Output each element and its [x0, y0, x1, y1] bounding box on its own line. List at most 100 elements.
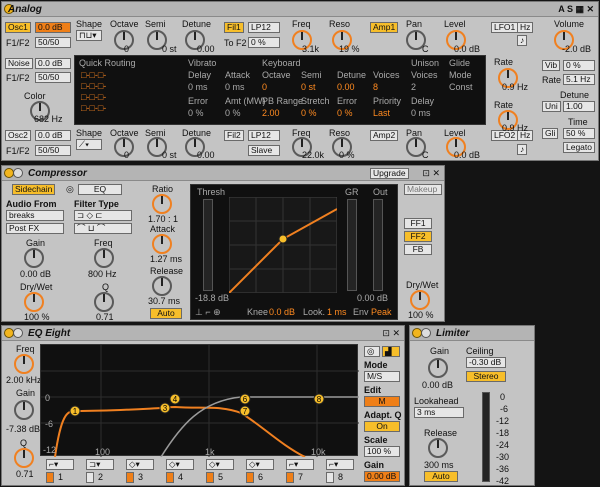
drywet2-knob[interactable] [410, 290, 430, 310]
band-8-filter[interactable]: ⌐▾ [326, 459, 354, 470]
q-knob[interactable] [94, 292, 114, 312]
header-icons[interactable]: ⊡ ✕ [382, 328, 400, 339]
q-knob[interactable] [14, 448, 34, 468]
fil2-type[interactable]: LP12 [248, 130, 280, 141]
osc2-level[interactable]: 0.0 dB [35, 130, 71, 141]
header-icons[interactable]: ⊡ ✕ [422, 168, 440, 179]
ratio-knob[interactable] [152, 194, 172, 214]
sidechain-toggle[interactable]: Sidechain [12, 184, 56, 195]
fil2-toggle[interactable]: Fil2 [224, 130, 244, 141]
band-5-filter[interactable]: ◇▾ [206, 459, 234, 470]
unison-delay-value[interactable]: 0 ms [411, 108, 431, 118]
auto-release-toggle[interactable]: Auto [150, 308, 182, 319]
vib-value[interactable]: 0 % [563, 60, 595, 71]
vib-error-value[interactable]: 0 % [188, 108, 204, 118]
eq-curve[interactable]: 1 3 4 6 7 8 [41, 345, 359, 457]
f1f2-value[interactable]: 50/50 [35, 37, 71, 48]
gain-knob[interactable] [428, 358, 448, 378]
edit-toggle[interactable]: M [364, 396, 400, 407]
filter-type-buttons-2[interactable]: ⌒ ⊔ ⌒ [74, 223, 132, 234]
adapt-q-toggle[interactable]: On [364, 421, 400, 432]
lfo1-hz[interactable]: Hz [517, 22, 534, 33]
stereo-toggle[interactable]: Stereo [466, 371, 506, 382]
thresh-value[interactable]: -18.8 dB [195, 293, 229, 303]
vib-delay-value[interactable]: 0 ms [188, 82, 208, 92]
band-5-toggle[interactable] [206, 472, 214, 483]
band-3-filter[interactable]: ◇▾ [126, 459, 154, 470]
kb-pb-value[interactable]: 2.00 [262, 108, 280, 118]
display-mode-icons[interactable]: ⊥ ⌐ ⊕ [195, 307, 221, 318]
release-knob[interactable] [428, 438, 448, 458]
band-4-filter[interactable]: ◇▾ [166, 459, 194, 470]
scale-value[interactable]: 100 % [364, 446, 400, 457]
fil1-type[interactable]: LP12 [248, 22, 280, 33]
amp2-toggle[interactable]: Amp2 [370, 130, 399, 141]
noise-toggle[interactable]: Noise [5, 58, 33, 69]
band-6-filter[interactable]: ◇▾ [246, 459, 274, 470]
uni-value[interactable]: 1.00 [563, 101, 595, 112]
gain-knob[interactable] [24, 248, 44, 268]
band-4-toggle[interactable] [166, 472, 174, 483]
kb-amt-value[interactable]: 0 % [225, 108, 241, 118]
kb-detune-value[interactable]: 0.00 [337, 82, 355, 92]
shape2-select[interactable]: ⟋▾ [76, 139, 102, 150]
spectrum-icon[interactable]: ▟ [382, 346, 400, 357]
upgrade-button[interactable]: Upgrade [370, 168, 409, 179]
post-fx-select[interactable]: Post FX [6, 223, 64, 234]
osc1-level[interactable]: 0.0 dB [35, 22, 71, 33]
band-2-toggle[interactable] [86, 472, 94, 483]
band-3-toggle[interactable] [126, 472, 134, 483]
audio-from-select[interactable]: breaks [6, 210, 64, 221]
band-7-toggle[interactable] [286, 472, 294, 483]
env-value[interactable]: Peak [371, 307, 392, 317]
voices-value[interactable]: 8 [373, 82, 378, 92]
auto-toggle[interactable]: Auto [424, 471, 458, 482]
unison-voices-value[interactable]: 2 [411, 82, 416, 92]
glide-value[interactable]: 50 % [563, 128, 595, 139]
header-icons[interactable]: A S ▦ ✕ [558, 4, 594, 15]
tof2-value[interactable]: 0 % [248, 37, 280, 48]
ceiling-value[interactable]: -0.30 dB [466, 357, 506, 368]
drywet-knob[interactable] [24, 292, 44, 312]
makeup-toggle[interactable]: Makeup [404, 184, 442, 195]
kb-error-value[interactable]: 0 % [337, 108, 353, 118]
kb-semi-value[interactable]: 0 st [301, 82, 316, 92]
look-value[interactable]: 1 ms [327, 307, 347, 317]
slave-toggle[interactable]: Slave [248, 145, 280, 156]
mode-select[interactable]: M/S [364, 371, 400, 382]
freq-knob[interactable] [94, 248, 114, 268]
fb-toggle[interactable]: FB [404, 244, 432, 255]
shape-select[interactable]: ⊓⊔▾ [76, 30, 102, 41]
output-gain-value[interactable]: 0.00 dB [364, 471, 400, 482]
vib-rate-value[interactable]: 5.1 Hz [563, 74, 595, 85]
fil1-toggle[interactable]: Fil1 [224, 22, 244, 33]
noise-level[interactable]: 0.0 dB [35, 58, 71, 69]
priority-value[interactable]: Last [373, 108, 390, 118]
vib-toggle[interactable]: Vib [542, 60, 561, 71]
kb-attack-value[interactable]: 0 ms [225, 82, 245, 92]
filter-type-buttons[interactable]: ⊐ ◇ ⊏ [74, 210, 132, 221]
band-6-toggle[interactable] [246, 472, 254, 483]
lfo2-note-icon[interactable]: ♪ [517, 144, 528, 155]
release-knob[interactable] [152, 276, 172, 296]
band-7-filter[interactable]: ⌐▾ [286, 459, 314, 470]
uni-toggle[interactable]: Uni [542, 101, 561, 112]
kb-stretch-value[interactable]: 0 % [301, 108, 317, 118]
headphones-icon[interactable]: ◎ [364, 346, 380, 357]
headphones-icon[interactable]: ◎ [66, 184, 74, 195]
lookahead-select[interactable]: 3 ms [414, 407, 464, 418]
osc1-toggle[interactable]: Osc1 [5, 22, 31, 33]
lfo1-toggle[interactable]: LFO1 [491, 22, 519, 33]
ff1-toggle[interactable]: FF1 [404, 218, 432, 229]
kb-octave-value[interactable]: 0 [262, 82, 267, 92]
freq-knob[interactable] [14, 354, 34, 374]
play-icon[interactable] [13, 328, 23, 338]
band-2-filter[interactable]: ⊐▾ [86, 459, 114, 470]
band-1-toggle[interactable] [46, 472, 54, 483]
band-1-filter[interactable]: ⌐▾ [46, 459, 74, 470]
gain-knob[interactable] [14, 400, 34, 420]
amp1-toggle[interactable]: Amp1 [370, 22, 399, 33]
eq-display[interactable]: 1 3 4 6 7 8 0 -6 -12 100 1k 10k [40, 344, 359, 457]
out-value[interactable]: 0.00 dB [357, 293, 388, 303]
glide-mode-value[interactable]: Const [449, 82, 473, 92]
